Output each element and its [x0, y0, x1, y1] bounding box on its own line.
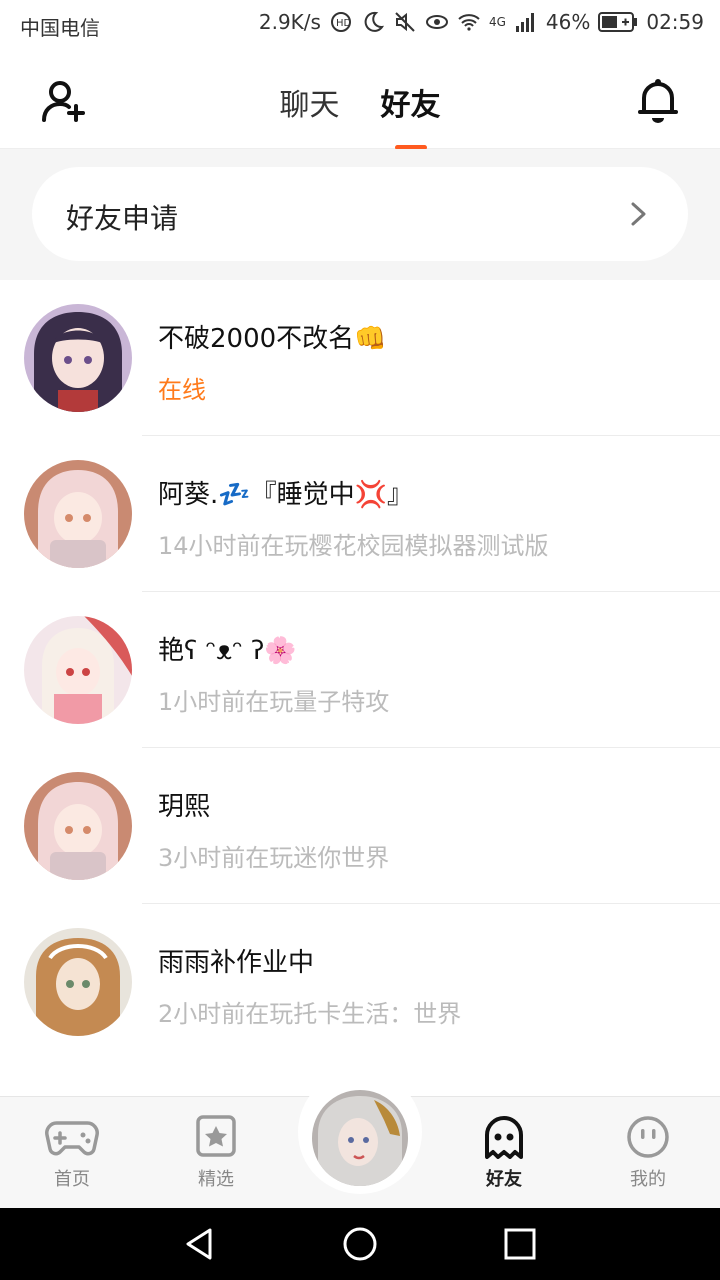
friend-status: 2小时前在玩托卡生活：世界: [158, 1000, 462, 1028]
ghost-icon: [485, 1116, 523, 1159]
moon-icon: [361, 10, 385, 34]
header-tabs: 聊天 好友: [0, 80, 720, 124]
hd-call-icon: HD: [329, 10, 353, 34]
friend-request-label: 好友申请: [66, 202, 179, 235]
friend-name: 艳ʕ ᵔᴥᵔ ʔ🌸: [158, 636, 297, 666]
center-user-avatar[interactable]: [312, 1090, 408, 1186]
recents-icon[interactable]: [502, 1226, 538, 1262]
eye-icon: [425, 10, 449, 34]
tab-friends[interactable]: 好友: [381, 80, 441, 124]
friend-name: 雨雨补作业中: [158, 948, 315, 978]
friend-list: 不破2000不改名👊 在线 阿葵.💤『睡觉中💢』 14小时前在玩樱花校园模拟器测…: [0, 280, 720, 1060]
nav-featured[interactable]: 精选: [156, 1115, 276, 1191]
friend-name: 不破2000不改名👊: [158, 324, 387, 354]
signal-icon: [514, 10, 538, 34]
friend-row[interactable]: 雨雨补作业中 2小时前在玩托卡生活：世界: [0, 904, 720, 1060]
friend-row[interactable]: 不破2000不改名👊 在线: [0, 280, 720, 436]
friend-name: 玥熙: [158, 792, 211, 822]
friend-row[interactable]: 玥熙 3小时前在玩迷你世界: [0, 748, 720, 904]
mute-icon: [393, 10, 417, 34]
friend-status: 3小时前在玩迷你世界: [158, 844, 390, 872]
nav-featured-label: 精选: [198, 1169, 234, 1190]
bell-icon[interactable]: [636, 76, 680, 124]
nav-me-label: 我的: [630, 1169, 666, 1190]
avatar: [24, 772, 132, 880]
status-bar: 中国电信 2.9K/s HD 4G 46% 02:59: [0, 0, 720, 52]
system-nav-bar: [0, 1208, 720, 1280]
avatar: [24, 304, 132, 412]
clock: 02:59: [646, 10, 704, 34]
nav-friends[interactable]: 好友: [444, 1115, 564, 1191]
friend-status: 14小时前在玩樱花校园模拟器测试版: [158, 532, 549, 560]
star-badge-icon: [196, 1115, 236, 1157]
chevron-right-icon: [631, 202, 646, 226]
nav-home-label: 首页: [54, 1169, 90, 1190]
friend-row[interactable]: 阿葵.💤『睡觉中💢』 14小时前在玩樱花校园模拟器测试版: [0, 436, 720, 592]
battery-icon: [598, 11, 638, 33]
svg-text:HD: HD: [336, 18, 352, 29]
friend-request-section: 好友申请: [0, 149, 720, 280]
network-type: 4G: [488, 15, 506, 29]
avatar: [24, 928, 132, 1036]
smile-face-icon: [627, 1116, 669, 1158]
wifi-icon: [457, 10, 481, 34]
tab-chat[interactable]: 聊天: [279, 80, 339, 124]
back-icon[interactable]: [182, 1226, 218, 1262]
battery-percent: 46%: [545, 10, 591, 34]
home-icon[interactable]: [342, 1226, 378, 1262]
friend-name: 阿葵.💤『睡觉中💢』: [158, 480, 414, 510]
avatar: [24, 616, 132, 724]
nav-friends-label: 好友: [444, 1165, 564, 1191]
avatar: [24, 460, 132, 568]
nav-me[interactable]: 我的: [588, 1115, 708, 1191]
carrier-name: 中国电信: [20, 16, 100, 40]
friend-row[interactable]: 艳ʕ ᵔᴥᵔ ʔ🌸 1小时前在玩量子特攻: [0, 592, 720, 748]
friend-status: 在线: [158, 376, 206, 404]
friend-request-button[interactable]: 好友申请: [32, 167, 688, 261]
status-icons: 2.9K/s HD 4G 46% 02:59: [259, 10, 704, 34]
nav-home[interactable]: 首页: [12, 1115, 132, 1191]
top-header: 聊天 好友: [0, 52, 720, 149]
network-speed: 2.9K/s: [258, 10, 321, 34]
friend-status: 1小时前在玩量子特攻: [158, 688, 390, 716]
gamepad-icon: [45, 1121, 99, 1156]
